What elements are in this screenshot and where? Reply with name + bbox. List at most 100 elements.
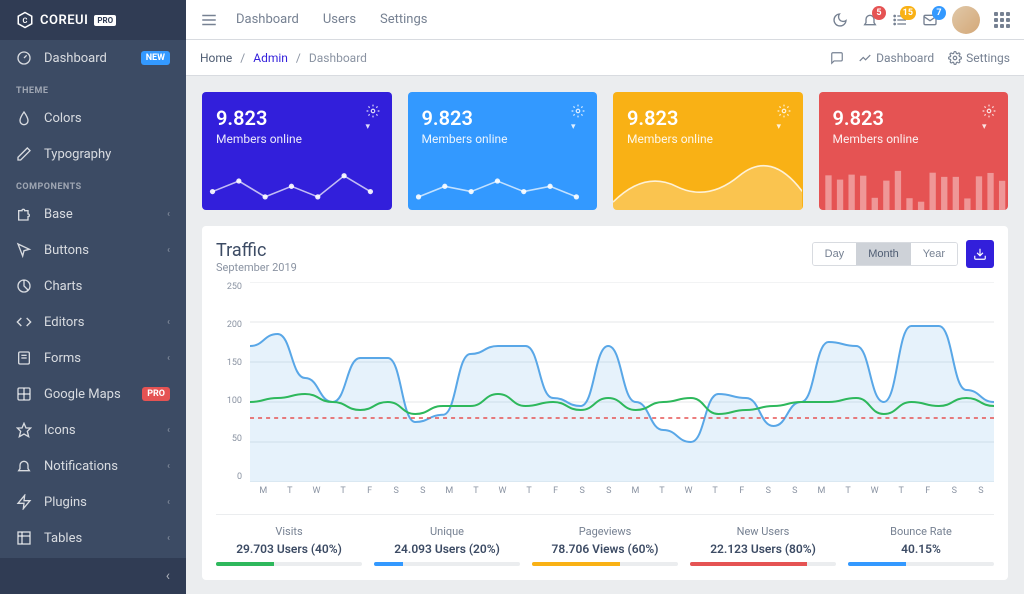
footer-stat-label: Bounce Rate bbox=[848, 525, 994, 538]
range-day-button[interactable]: Day bbox=[813, 243, 857, 265]
traffic-chart: 250200150100500 MTWTFSSMTWTFSSMTWTFSSMTW… bbox=[216, 282, 994, 502]
gear-icon[interactable]: ▾ bbox=[777, 104, 791, 133]
puzzle-icon bbox=[16, 206, 32, 222]
chevron-left-icon: ‹ bbox=[167, 425, 170, 436]
drop-icon bbox=[16, 110, 32, 126]
download-button[interactable] bbox=[966, 240, 994, 268]
apps-grid-icon[interactable] bbox=[994, 12, 1010, 28]
sidebar: C COREUI PRO Dashboard NEW THEME Colors … bbox=[0, 0, 186, 594]
breadcrumb-home[interactable]: Home bbox=[200, 51, 232, 65]
stat-value: 9.823 bbox=[216, 106, 378, 130]
footer-stat-label: Visits bbox=[216, 525, 362, 538]
sidebar-item-forms[interactable]: Forms ‹ bbox=[0, 340, 186, 376]
sidebar-item-icons[interactable]: Icons ‹ bbox=[0, 412, 186, 448]
chevron-left-icon: ‹ bbox=[166, 568, 170, 584]
sidebar-nav: Dashboard NEW THEME Colors Typography CO… bbox=[0, 40, 186, 558]
sidebar-item-plugins[interactable]: Plugins ‹ bbox=[0, 484, 186, 520]
brand-tag: PRO bbox=[94, 15, 116, 26]
bell-icon bbox=[16, 458, 32, 474]
stat-card-1: 9.823 Members online ▾ bbox=[408, 92, 598, 210]
nav-label: Editors bbox=[44, 315, 84, 330]
badge-new: NEW bbox=[141, 51, 170, 65]
gear-icon[interactable]: ▾ bbox=[571, 104, 585, 133]
chart-icon bbox=[16, 278, 32, 294]
progress-bar bbox=[216, 562, 362, 566]
footer-stat-2: Pageviews 78.706 Views (60%) bbox=[532, 525, 678, 566]
sidebar-item-notifications[interactable]: Notifications ‹ bbox=[0, 448, 186, 484]
stat-value: 9.823 bbox=[627, 106, 789, 130]
footer-stat-0: Visits 29.703 Users (40%) bbox=[216, 525, 362, 566]
footer-stat-label: New Users bbox=[690, 525, 836, 538]
sidebar-item-typography[interactable]: Typography bbox=[0, 136, 186, 172]
sidebar-item-editors[interactable]: Editors ‹ bbox=[0, 304, 186, 340]
range-toggle: Day Month Year bbox=[812, 242, 958, 266]
nav-label: Dashboard bbox=[44, 51, 107, 66]
sidebar-item-tables[interactable]: Tables ‹ bbox=[0, 520, 186, 556]
sidebar-item-buttons[interactable]: Buttons ‹ bbox=[0, 232, 186, 268]
nav-section-theme: THEME bbox=[0, 76, 186, 100]
brand[interactable]: C COREUI PRO bbox=[0, 0, 186, 40]
sidebar-item-colors[interactable]: Colors bbox=[0, 100, 186, 136]
badge-count: 5 bbox=[872, 6, 886, 20]
subheader-dashboard-link[interactable]: Dashboard bbox=[858, 51, 934, 65]
svg-text:C: C bbox=[23, 16, 28, 25]
menu-toggle-button[interactable] bbox=[200, 11, 218, 29]
breadcrumb-admin[interactable]: Admin bbox=[253, 51, 288, 65]
content: 9.823 Members online ▾ 9.823 Members onl… bbox=[186, 76, 1024, 594]
list-icon[interactable]: 15 bbox=[892, 12, 908, 28]
nav-label: Google Maps bbox=[44, 387, 121, 402]
chevron-left-icon: ‹ bbox=[167, 461, 170, 472]
nav-section-components: COMPONENTS bbox=[0, 172, 186, 196]
mini-chart bbox=[819, 160, 1009, 210]
progress-bar bbox=[690, 562, 836, 566]
avatar[interactable] bbox=[952, 6, 980, 34]
bolt-icon bbox=[16, 494, 32, 510]
header-nav-dashboard[interactable]: Dashboard bbox=[236, 12, 299, 27]
code-icon bbox=[16, 314, 32, 330]
gear-icon[interactable]: ▾ bbox=[982, 104, 996, 133]
traffic-subtitle: September 2019 bbox=[216, 261, 297, 274]
envelope-icon[interactable]: 7 bbox=[922, 12, 938, 28]
stat-value: 9.823 bbox=[422, 106, 584, 130]
range-year-button[interactable]: Year bbox=[911, 243, 957, 265]
mini-chart bbox=[613, 160, 803, 210]
footer-stat-value: 29.703 Users (40%) bbox=[216, 542, 362, 556]
bell-icon[interactable]: 5 bbox=[862, 12, 878, 28]
progress-bar bbox=[374, 562, 520, 566]
badge-pro: PRO bbox=[142, 387, 170, 401]
nav-label: Icons bbox=[44, 423, 76, 438]
header-nav-users[interactable]: Users bbox=[323, 12, 356, 27]
chevron-left-icon: ‹ bbox=[167, 317, 170, 328]
footer-stat-label: Unique bbox=[374, 525, 520, 538]
nav-label: Notifications bbox=[44, 459, 118, 474]
nav-label: Colors bbox=[44, 111, 82, 126]
progress-bar bbox=[532, 562, 678, 566]
mini-chart bbox=[408, 160, 598, 210]
stat-cards-row: 9.823 Members online ▾ 9.823 Members onl… bbox=[202, 92, 1008, 210]
chevron-left-icon: ‹ bbox=[167, 497, 170, 508]
sidebar-item-base[interactable]: Base ‹ bbox=[0, 196, 186, 232]
header: Dashboard Users Settings 5 15 7 bbox=[186, 0, 1024, 40]
traffic-title: Traffic bbox=[216, 240, 297, 261]
nav-label: Tables bbox=[44, 531, 82, 546]
nav-label: Typography bbox=[44, 147, 111, 162]
range-month-button[interactable]: Month bbox=[856, 243, 911, 265]
sidebar-minimize-button[interactable]: ‹ bbox=[0, 558, 186, 594]
pencil-icon bbox=[16, 146, 32, 162]
chevron-left-icon: ‹ bbox=[167, 245, 170, 256]
sidebar-item-dashboard[interactable]: Dashboard NEW bbox=[0, 40, 186, 76]
footer-stat-1: Unique 24.093 Users (20%) bbox=[374, 525, 520, 566]
footer-stat-value: 78.706 Views (60%) bbox=[532, 542, 678, 556]
stat-label: Members online bbox=[833, 132, 995, 146]
subheader-settings-link[interactable]: Settings bbox=[948, 51, 1010, 65]
chevron-left-icon: ‹ bbox=[167, 209, 170, 220]
footer-stat-4: Bounce Rate 40.15% bbox=[848, 525, 994, 566]
subheader-speech-link[interactable] bbox=[830, 51, 844, 65]
gear-icon[interactable]: ▾ bbox=[366, 104, 380, 133]
footer-stat-value: 24.093 Users (20%) bbox=[374, 542, 520, 556]
moon-icon[interactable] bbox=[832, 12, 848, 28]
sidebar-item-charts[interactable]: Charts bbox=[0, 268, 186, 304]
sidebar-item-googlemaps[interactable]: Google Maps PRO bbox=[0, 376, 186, 412]
chevron-left-icon: ‹ bbox=[167, 533, 170, 544]
header-nav-settings[interactable]: Settings bbox=[380, 12, 427, 27]
